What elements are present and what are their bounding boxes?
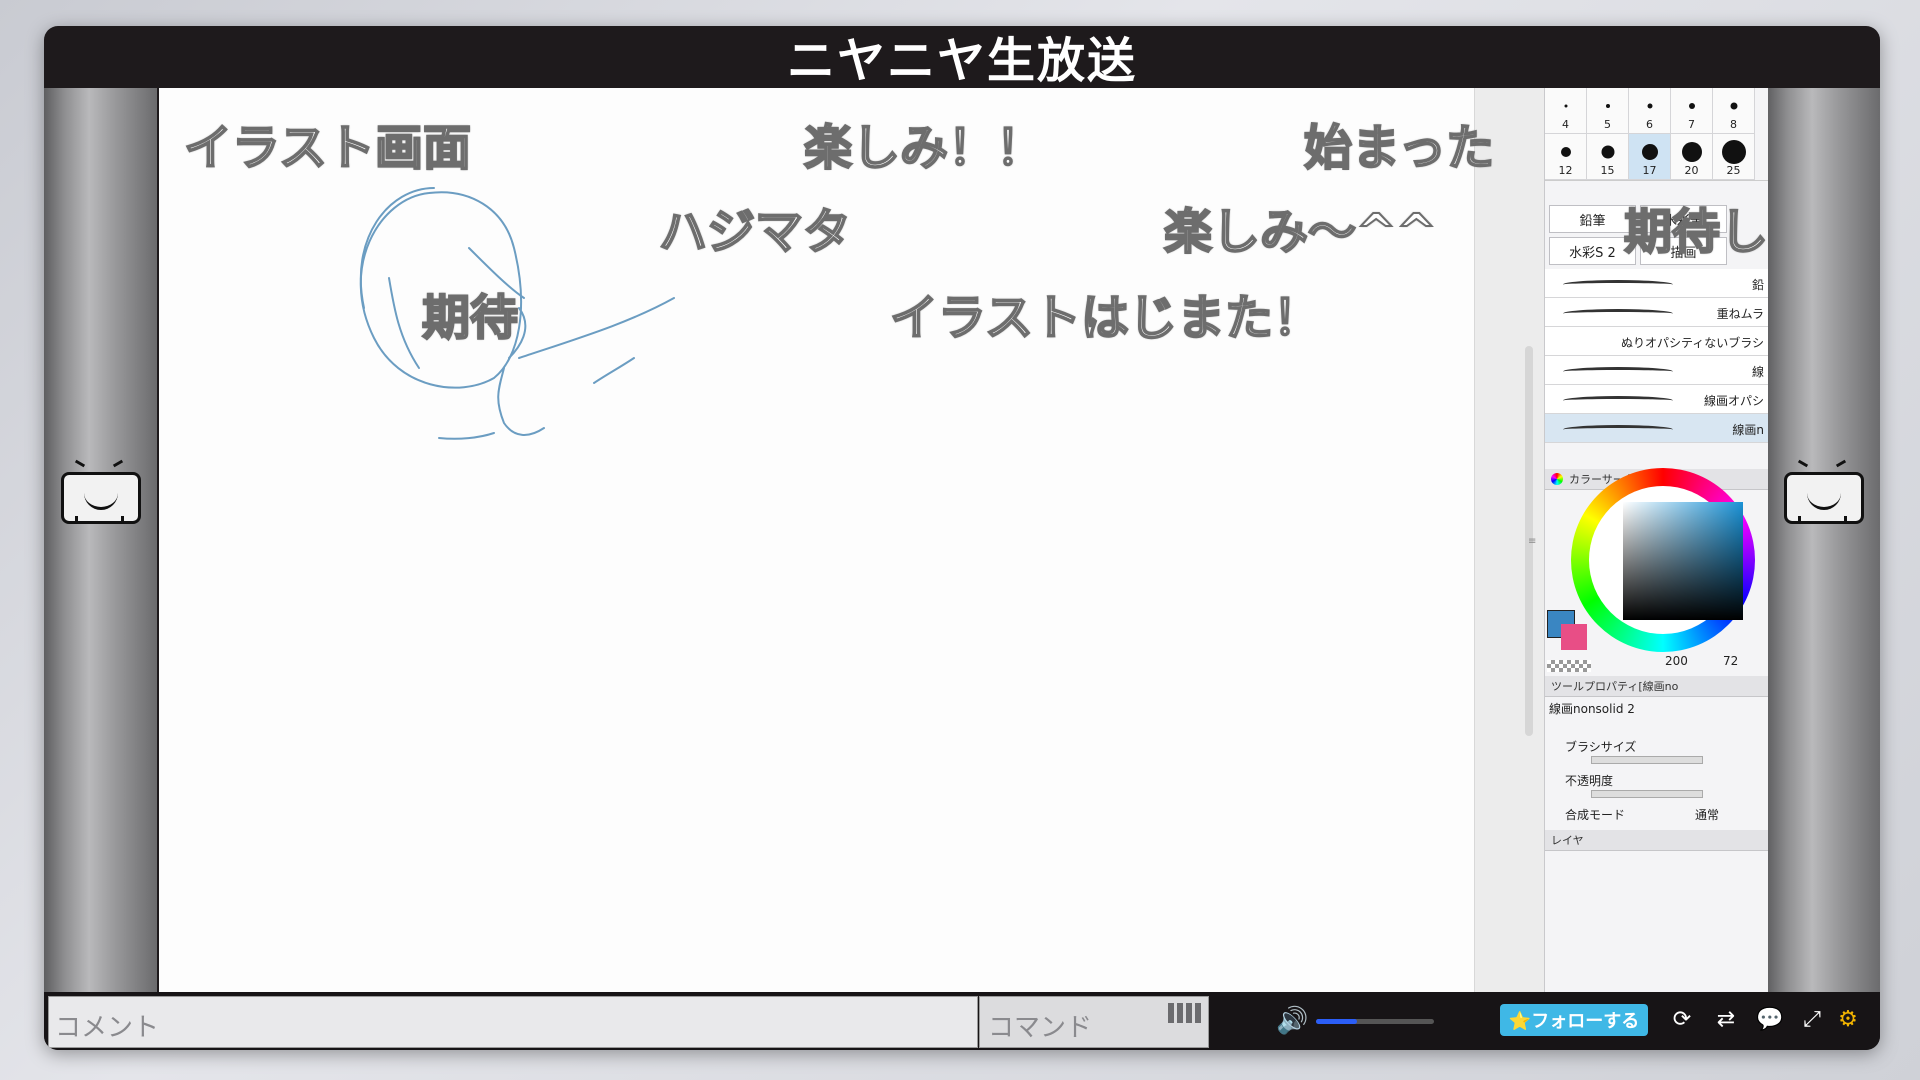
tool-pencil[interactable]: 鉛筆 [1549, 205, 1636, 233]
player-controls: コメント コマンド 🔊 ⭐フォローする ⟳ ⇄ 💬 ⤢ ⚙ [44, 992, 1880, 1050]
command-input[interactable]: コマンド [979, 996, 1209, 1048]
brush-size-cell[interactable]: 7 [1671, 88, 1713, 134]
blend-mode-value[interactable]: 通常 [1695, 806, 1719, 823]
color-value-a: 200 [1665, 654, 1688, 668]
danmaku-comment: 期待し [1623, 203, 1769, 261]
danmaku-comment: イラストはじまた！ [889, 289, 1322, 347]
brush-size-cell[interactable]: 5 [1587, 88, 1629, 134]
tool-property-header: ツールプロパティ[線画no [1545, 676, 1768, 697]
danmaku-comment: 期待 [421, 289, 519, 347]
brush-size-grid: 4 5 6 7 8 12 15 17 20 25 [1545, 88, 1768, 181]
comment-input[interactable]: コメント [48, 996, 978, 1048]
opacity-label: 不透明度 [1565, 774, 1614, 788]
current-brush-name: 線画nonsolid 2 [1549, 702, 1635, 716]
window-title: ニヤニヤ生放送 [786, 33, 1137, 89]
transparent-swatch[interactable] [1547, 660, 1591, 672]
left-side-panel [44, 88, 157, 992]
follow-button[interactable]: ⭐フォローする [1500, 1004, 1648, 1036]
layer-panel-header: レイヤ [1545, 830, 1768, 851]
brush-size-label: ブラシサイズ [1565, 740, 1637, 754]
saturation-value-square[interactable] [1623, 502, 1743, 620]
danmaku-comment: 楽しみ！！ [803, 119, 1045, 177]
brush-item[interactable]: 重ねムラ [1545, 298, 1768, 327]
comment-placeholder: コメント [55, 1013, 160, 1043]
brush-size-cell[interactable]: 12 [1545, 134, 1587, 180]
brush-item[interactable]: 線 [1545, 356, 1768, 385]
keyboard-icon[interactable] [1168, 1003, 1202, 1023]
brush-item[interactable]: 線画オパシ [1545, 385, 1768, 414]
danmaku-comment: イラスト画面 [183, 119, 472, 177]
repeat-icon[interactable]: ⇄ [1712, 1006, 1740, 1034]
player-frame: ニヤニヤ生放送 ≡ 4 5 6 7 8 12 15 17 20 25 鉛筆 水彩… [44, 26, 1880, 1050]
fullscreen-icon[interactable]: ⤢ [1798, 1006, 1826, 1034]
brush-item[interactable]: ぬりオパシティないブラシ [1545, 327, 1768, 356]
danmaku-comment: 始まった [1303, 119, 1495, 177]
danmaku-comment: 楽しみ～^^ [1163, 203, 1437, 261]
volume-icon[interactable]: 🔊 [1276, 1006, 1308, 1036]
right-side-panel [1767, 88, 1880, 992]
opacity-slider[interactable] [1591, 790, 1703, 798]
background-color-swatch[interactable] [1561, 624, 1587, 650]
brush-size-cell[interactable]: 6 [1629, 88, 1671, 134]
title-bar: ニヤニヤ生放送 [44, 26, 1880, 89]
brush-item[interactable]: 鉛 [1545, 269, 1768, 298]
tool-watercolor-s2[interactable]: 水彩S 2 [1549, 237, 1636, 265]
tv-mascot-icon [1784, 459, 1864, 524]
layer-tab[interactable]: レイヤ [1551, 832, 1584, 848]
brush-size-cell[interactable]: 4 [1545, 88, 1587, 134]
tool-property-title: ツールプロパティ[線画no [1551, 680, 1679, 693]
brush-size-cell[interactable]: 15 [1587, 134, 1629, 180]
brush-size-slider[interactable] [1591, 756, 1703, 764]
color-value-b: 72 [1723, 654, 1739, 668]
brush-item-selected[interactable]: 線画n [1545, 414, 1768, 443]
color-circle-icon [1551, 473, 1563, 485]
brush-size-cell[interactable]: 8 [1713, 88, 1755, 134]
volume-slider[interactable] [1316, 1019, 1434, 1024]
blend-mode-label: 合成モード [1565, 808, 1626, 822]
reload-icon[interactable]: ⟳ [1668, 1006, 1696, 1034]
command-placeholder: コマンド [988, 1013, 1093, 1043]
brush-size-cell-selected[interactable]: 17 [1629, 134, 1671, 180]
brush-size-cell[interactable]: 25 [1713, 134, 1755, 180]
panel-grip-icon[interactable]: ≡ [1528, 536, 1536, 547]
brush-list: 鉛 重ねムラ ぬりオパシティないブラシ 線 線画オパシ 線画n [1545, 269, 1768, 443]
danmaku-comment: ハジマタ [658, 203, 852, 261]
tv-mascot-icon [61, 459, 141, 524]
brush-size-cell[interactable]: 20 [1671, 134, 1713, 180]
comment-toggle-icon[interactable]: 💬 [1756, 1006, 1784, 1034]
volume-level [1316, 1019, 1358, 1024]
settings-gear-icon[interactable]: ⚙ [1834, 1006, 1862, 1034]
